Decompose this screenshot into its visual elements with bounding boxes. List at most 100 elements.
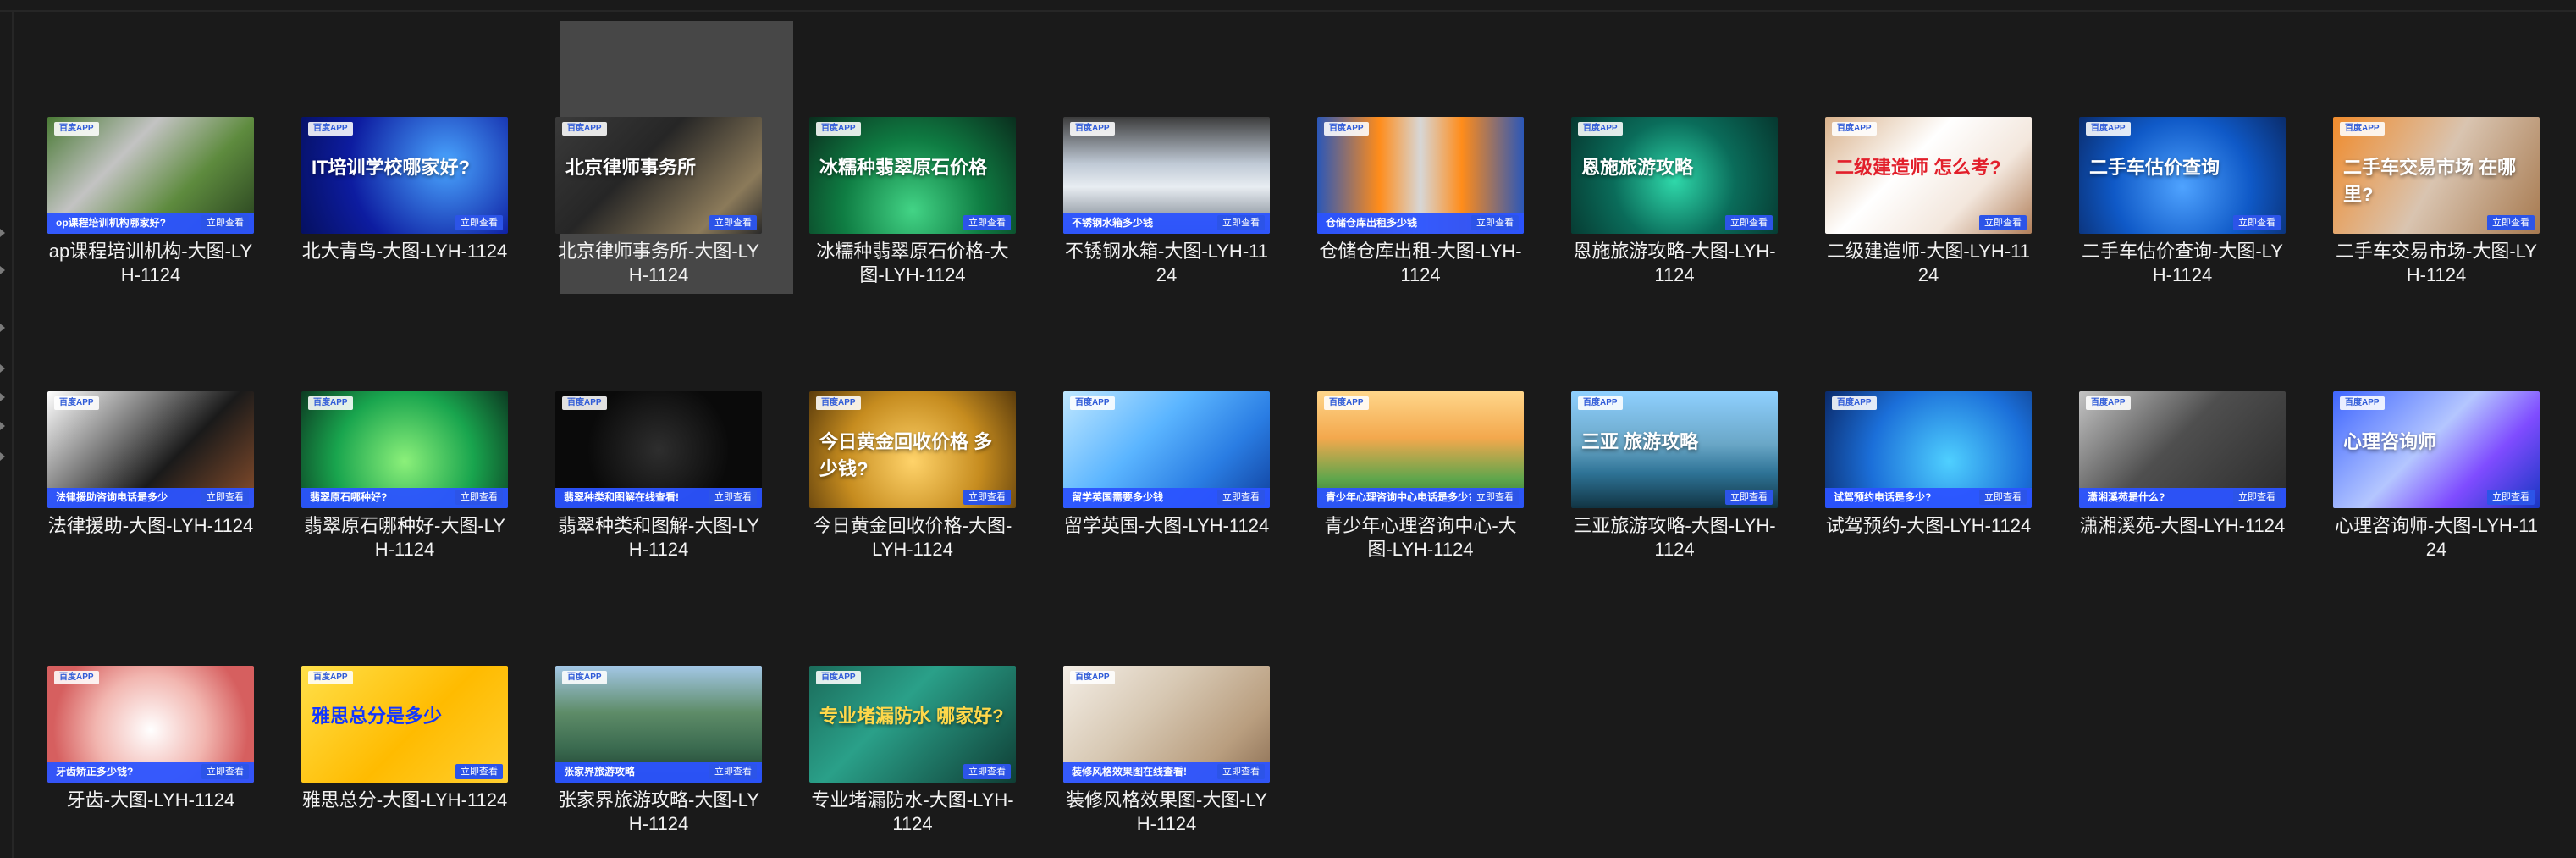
thumb-cta: 立即查看 — [455, 215, 503, 230]
file-tile-selected[interactable]: 百度APP 北京律师事务所 立即查看 北京律师事务所-大图-LYH-1124 — [555, 21, 809, 294]
thumb-caption: 法律援助咨询电话是多少 — [56, 491, 168, 503]
thumbnail-image: 百度APP 恩施旅游攻略 立即查看 — [1571, 117, 1778, 234]
app-badge: 百度APP — [308, 671, 353, 684]
thumb-cta: 立即查看 — [1725, 215, 1773, 230]
file-tile[interactable]: 百度APP IT培训学校哪家好? 立即查看 北大青鸟-大图-LYH-1124 — [301, 117, 555, 263]
file-tile[interactable]: 百度APP 二手车估价查询 立即查看 二手车估价查询-大图-LYH-1124 — [2079, 117, 2333, 287]
file-tile[interactable]: 百度APP 心理咨询师 立即查看 心理咨询师-大图-LYH-1124 — [2333, 391, 2576, 562]
thumb-cta: 立即查看 — [1979, 490, 2027, 505]
app-badge: 百度APP — [1324, 396, 1369, 410]
file-name: 法律援助-大图-LYH-1124 — [47, 515, 254, 536]
thumb-caption: 试驾预约电话是多少? — [1834, 491, 1932, 503]
thumbnail-image: 百度APP 牙齿矫正多少钱? 立即查看 — [47, 666, 254, 783]
file-tile[interactable]: 百度APP 冰糯种翡翠原石价格 立即查看 冰糯种翡翠原石价格-大图-LYH-11… — [809, 117, 1063, 287]
left-gutter — [0, 12, 14, 858]
file-name: 恩施旅游攻略-大图-LYH-1124 — [1573, 241, 1776, 285]
thumbnail-image: 百度APP 翡翠原石哪种好? 立即查看 — [301, 391, 508, 508]
file-tile[interactable]: 百度APP 翡翠种类和图解在线查看! 立即查看 翡翠种类和图解-大图-LYH-1… — [555, 391, 809, 562]
thumb-cta: 立即查看 — [1217, 490, 1265, 505]
file-name: 二级建造师-大图-LYH-1124 — [1827, 241, 2030, 285]
app-badge: 百度APP — [816, 396, 861, 410]
expand-arrow-icon[interactable] — [0, 422, 5, 430]
file-tile[interactable]: 百度APP 翡翠原石哪种好? 立即查看 翡翠原石哪种好-大图-LYH-1124 — [301, 391, 555, 562]
thumb-cta: 立即查看 — [455, 764, 503, 779]
app-badge: 百度APP — [308, 396, 353, 410]
thumb-caption: 仓储仓库出租多少钱 — [1326, 217, 1418, 229]
file-name: 仓储仓库出租-大图-LYH-1124 — [1319, 241, 1522, 285]
file-tile[interactable]: 百度APP 二手车交易市场 在哪里? 立即查看 二手车交易市场-大图-LYH-1… — [2333, 117, 2576, 287]
thumb-cta: 立即查看 — [1471, 490, 1519, 505]
file-tile[interactable]: 百度APP 不锈钢水箱多少钱 立即查看 不锈钢水箱-大图-LYH-1124 — [1063, 117, 1317, 287]
file-tile[interactable]: 百度APP 法律援助咨询电话是多少 立即查看 法律援助-大图-LYH-1124 — [47, 391, 301, 538]
file-tile[interactable]: 百度APP 恩施旅游攻略 立即查看 恩施旅游攻略-大图-LYH-1124 — [1571, 117, 1825, 287]
expand-arrow-icon[interactable] — [0, 364, 5, 373]
app-badge: 百度APP — [2086, 122, 2131, 136]
thumbnail-image: 百度APP 青少年心理咨询中心电话是多少? 立即查看 — [1317, 391, 1524, 508]
app-badge: 百度APP — [816, 671, 861, 684]
thumbnail-image: 百度APP 留学英国需要多少钱 立即查看 — [1063, 391, 1270, 508]
file-tile[interactable]: 百度APP 装修风格效果图在线查看! 立即查看 装修风格效果图-大图-LYH-1… — [1063, 666, 1317, 836]
file-name: 冰糯种翡翠原石价格-大图-LYH-1124 — [816, 241, 1009, 285]
thumb-cta: 立即查看 — [1471, 215, 1519, 230]
thumb-caption: 潇湘溪苑是什么? — [2088, 491, 2165, 503]
expand-arrow-icon[interactable] — [0, 266, 5, 274]
file-tile[interactable]: 百度APP 张家界旅游攻略 立即查看 张家界旅游攻略-大图-LYH-1124 — [555, 666, 809, 836]
thumb-cta: 立即查看 — [963, 215, 1011, 230]
thumb-cta: 立即查看 — [709, 764, 757, 779]
thumb-cta: 立即查看 — [963, 764, 1011, 779]
thumb-cta: 立即查看 — [1725, 490, 1773, 505]
thumb-caption: 翡翠原石哪种好? — [310, 491, 388, 503]
app-badge: 百度APP — [2086, 396, 2131, 410]
file-name: 张家界旅游攻略-大图-LYH-1124 — [558, 789, 759, 834]
thumbnail-image: 百度APP 二手车交易市场 在哪里? 立即查看 — [2333, 117, 2540, 234]
thumbnail-image: 百度APP 心理咨询师 立即查看 — [2333, 391, 2540, 508]
app-badge: 百度APP — [54, 671, 99, 684]
app-badge: 百度APP — [1578, 122, 1623, 136]
thumb-cta: 立即查看 — [709, 215, 757, 230]
thumb-cta: 立即查看 — [963, 490, 1011, 505]
file-tile[interactable]: 百度APP 专业堵漏防水 哪家好? 立即查看 专业堵漏防水-大图-LYH-112… — [809, 666, 1063, 836]
top-divider — [0, 0, 2576, 12]
thumb-cta: 立即查看 — [2233, 215, 2281, 230]
thumbnail-image: 百度APP 不锈钢水箱多少钱 立即查看 — [1063, 117, 1270, 234]
file-tile[interactable]: 百度APP 牙齿矫正多少钱? 立即查看 牙齿-大图-LYH-1124 — [47, 666, 301, 812]
file-tile[interactable]: 百度APP 二级建造师 怎么考? 立即查看 二级建造师-大图-LYH-1124 — [1825, 117, 2079, 287]
app-badge: 百度APP — [2340, 396, 2385, 410]
file-row: 百度APP 牙齿矫正多少钱? 立即查看 牙齿-大图-LYH-1124 百度APP… — [47, 666, 2553, 852]
thumb-cta: 立即查看 — [2487, 490, 2535, 505]
file-tile[interactable]: 百度APP 雅思总分是多少 立即查看 雅思总分-大图-LYH-1124 — [301, 666, 555, 812]
app-badge: 百度APP — [816, 122, 861, 136]
thumb-caption: 冰糯种翡翠原石价格 — [819, 157, 988, 178]
thumbnail-image: 百度APP 张家界旅游攻略 立即查看 — [555, 666, 762, 783]
file-tile[interactable]: 百度APP 试驾预约电话是多少? 立即查看 试驾预约-大图-LYH-1124 — [1825, 391, 2079, 538]
file-name: 三亚旅游攻略-大图-LYH-1124 — [1573, 515, 1776, 560]
thumb-caption: 张家界旅游攻略 — [564, 766, 636, 778]
thumb-caption: 雅思总分是多少 — [312, 706, 443, 727]
thumb-caption: 恩施旅游攻略 — [1581, 157, 1694, 178]
thumb-cta: 立即查看 — [2487, 215, 2535, 230]
file-tile[interactable]: 百度APP 潇湘溪苑是什么? 立即查看 潇湘溪苑-大图-LYH-1124 — [2079, 391, 2333, 538]
thumbnail-image: 百度APP 北京律师事务所 立即查看 — [555, 117, 762, 234]
file-name: 留学英国-大图-LYH-1124 — [1063, 515, 1270, 536]
thumbnail-image: 百度APP 专业堵漏防水 哪家好? 立即查看 — [809, 666, 1016, 783]
thumbnail-image: 百度APP IT培训学校哪家好? 立即查看 — [301, 117, 508, 234]
file-tile[interactable]: 百度APP 留学英国需要多少钱 立即查看 留学英国-大图-LYH-1124 — [1063, 391, 1317, 538]
app-badge: 百度APP — [1070, 122, 1115, 136]
file-tile[interactable]: 百度APP op课程培训机构哪家好? 立即查看 ap课程培训机构-大图-LYH-… — [47, 117, 301, 287]
app-badge: 百度APP — [2340, 122, 2385, 136]
thumbnail-image: 百度APP 雅思总分是多少 立即查看 — [301, 666, 508, 783]
file-tile[interactable]: 百度APP 三亚 旅游攻略 立即查看 三亚旅游攻略-大图-LYH-1124 — [1571, 391, 1825, 562]
file-tile[interactable]: 百度APP 青少年心理咨询中心电话是多少? 立即查看 青少年心理咨询中心-大图-… — [1317, 391, 1571, 562]
file-name: 青少年心理咨询中心-大图-LYH-1124 — [1324, 515, 1517, 560]
file-tile[interactable]: 百度APP 今日黄金回收价格 多少钱? 立即查看 今日黄金回收价格-大图-LYH… — [809, 391, 1063, 562]
expand-arrow-icon[interactable] — [0, 229, 5, 237]
file-name: 心理咨询师-大图-LYH-1124 — [2335, 515, 2538, 560]
thumb-caption: 北京律师事务所 — [565, 157, 697, 178]
file-tile[interactable]: 百度APP 仓储仓库出租多少钱 立即查看 仓储仓库出租-大图-LYH-1124 — [1317, 117, 1571, 287]
app-badge: 百度APP — [1070, 671, 1115, 684]
thumb-cta: 立即查看 — [1217, 764, 1265, 779]
expand-arrow-icon[interactable] — [0, 324, 5, 332]
expand-arrow-icon[interactable] — [0, 393, 5, 401]
file-name: 试驾预约-大图-LYH-1124 — [1825, 515, 2032, 536]
expand-arrow-icon[interactable] — [0, 452, 5, 461]
